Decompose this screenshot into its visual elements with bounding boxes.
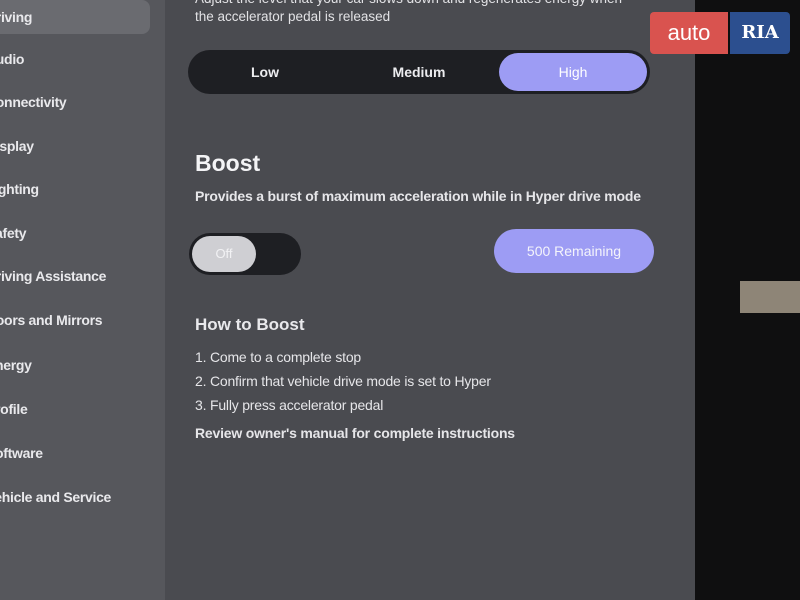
sidebar-item-label: Audio: [0, 51, 25, 67]
sidebar-item-label: Vehicle and Service: [0, 489, 112, 505]
sidebar-item-energy[interactable]: Energy: [0, 348, 165, 382]
sidebar-item-software[interactable]: Software: [0, 436, 165, 470]
regen-option-medium[interactable]: Medium: [345, 53, 493, 91]
sidebar-item-label: Doors and Mirrors: [0, 312, 103, 328]
sidebar-item-label: Safety: [0, 225, 27, 241]
settings-sidebar: Driving Audio Connectivity Display Light…: [0, 0, 165, 600]
sidebar-item-label: Energy: [0, 357, 32, 373]
sidebar-item-audio[interactable]: Audio: [0, 42, 165, 76]
how-to-step: 1. Come to a complete stop: [195, 349, 361, 365]
sidebar-item-label: Display: [0, 138, 34, 154]
sidebar-item-display[interactable]: Display: [0, 129, 165, 163]
vehicle-settings-screen: Driving Audio Connectivity Display Light…: [0, 0, 695, 600]
sidebar-item-label: Lighting: [0, 181, 39, 197]
sidebar-item-driving-assistance[interactable]: Driving Assistance: [0, 259, 165, 293]
boost-remaining-badge[interactable]: 500 Remaining: [494, 229, 654, 273]
sidebar-item-label: Driving: [0, 9, 33, 25]
settings-content: Adjust the level that your car slows dow…: [165, 0, 695, 600]
sidebar-item-profile[interactable]: Profile: [0, 392, 165, 426]
background-beam: [740, 281, 800, 313]
regen-level-selector: Low Medium High: [188, 50, 650, 94]
boost-description: Provides a burst of maximum acceleration…: [195, 188, 641, 204]
regen-option-high[interactable]: High: [499, 53, 647, 91]
owners-manual-note: Review owner's manual for complete instr…: [195, 425, 515, 441]
boost-toggle-label: Off: [192, 236, 256, 272]
sidebar-item-vehicle-and-service[interactable]: Vehicle and Service: [0, 480, 165, 514]
sidebar-item-label: Profile: [0, 401, 28, 417]
watermark-auto: auto: [650, 12, 728, 54]
how-to-step: 3. Fully press accelerator pedal: [195, 397, 384, 413]
how-to-boost-title: How to Boost: [195, 315, 305, 334]
boost-title: Boost: [195, 150, 261, 176]
sidebar-item-label: Driving Assistance: [0, 268, 107, 284]
sidebar-item-doors-and-mirrors[interactable]: Doors and Mirrors: [0, 303, 165, 337]
how-to-step: 2. Confirm that vehicle drive mode is se…: [195, 373, 491, 389]
sidebar-item-connectivity[interactable]: Connectivity: [0, 85, 165, 119]
sidebar-item-label: Software: [0, 445, 43, 461]
autoria-watermark: auto RIA: [650, 12, 790, 54]
sidebar-item-label: Connectivity: [0, 94, 67, 110]
boost-toggle[interactable]: Off: [189, 233, 301, 275]
regen-description: Adjust the level that your car slows dow…: [195, 0, 622, 24]
sidebar-item-driving[interactable]: Driving: [0, 0, 150, 34]
regen-option-low[interactable]: Low: [191, 53, 339, 91]
watermark-ria: RIA: [730, 12, 790, 54]
sidebar-item-safety[interactable]: Safety: [0, 216, 165, 250]
sidebar-item-lighting[interactable]: Lighting: [0, 172, 165, 206]
